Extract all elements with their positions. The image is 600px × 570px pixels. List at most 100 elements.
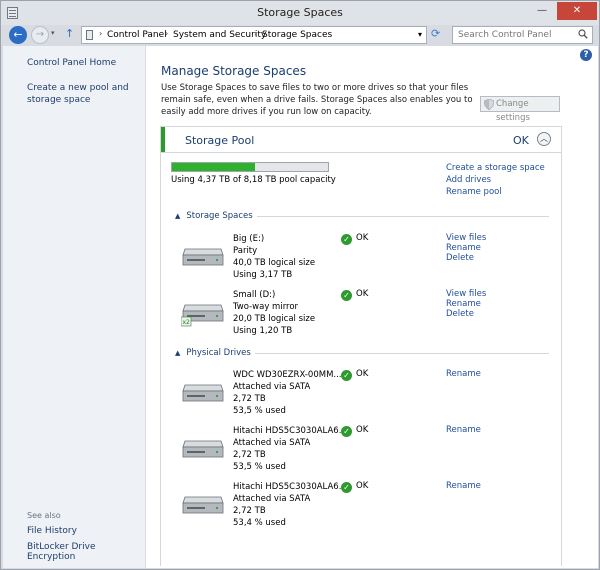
status-text: OK bbox=[356, 289, 369, 299]
status-badge: ✓ OK bbox=[341, 233, 368, 245]
section-title: Physical Drives bbox=[186, 348, 251, 358]
shield-icon bbox=[484, 99, 494, 110]
file-history-link[interactable]: File History bbox=[27, 526, 77, 536]
rename-link[interactable]: Rename bbox=[446, 425, 481, 435]
see-also-label: See also bbox=[27, 511, 61, 520]
status-badge: ✓ OK bbox=[341, 289, 368, 301]
status-text: OK bbox=[356, 369, 369, 379]
space-logical-size: 40,0 TB logical size bbox=[233, 258, 316, 268]
space-actions: View files Rename Delete bbox=[446, 289, 486, 319]
space-used: Using 1,20 TB bbox=[233, 326, 293, 336]
window-title: Storage Spaces bbox=[257, 6, 343, 19]
space-logical-size: 20,0 TB logical size bbox=[233, 314, 316, 324]
hard-drive-icon bbox=[182, 384, 224, 402]
chevron-right-icon[interactable]: › bbox=[99, 29, 102, 38]
hard-drive-icon bbox=[182, 248, 224, 266]
up-arrow-icon[interactable]: ↑ bbox=[65, 27, 74, 40]
help-icon[interactable]: ? bbox=[580, 49, 592, 61]
rename-link[interactable]: Rename bbox=[446, 369, 481, 379]
divider bbox=[257, 216, 549, 217]
space-layout: Two-way mirror bbox=[233, 302, 299, 312]
check-icon: ✓ bbox=[341, 370, 352, 381]
status-text: OK bbox=[356, 233, 369, 243]
delete-link[interactable]: Delete bbox=[446, 253, 486, 263]
view-files-link[interactable]: View files bbox=[446, 289, 486, 299]
window: Storage Spaces — ▭ ✕ ← → ▾ ↑ › Control P… bbox=[0, 0, 600, 570]
drive-used: 53,5 % used bbox=[233, 462, 286, 472]
storage-space-item: x2 Small (D:) Two-way mirror 20,0 TB log… bbox=[181, 289, 561, 341]
address-bar[interactable]: › Control Panel › System and Security › … bbox=[81, 26, 427, 44]
page-title: Manage Storage Spaces bbox=[161, 64, 307, 78]
search-placeholder: Search Control Panel bbox=[458, 30, 552, 40]
navigation-bar: ← → ▾ ↑ › Control Panel › System and Sec… bbox=[1, 25, 599, 45]
address-dropdown-icon[interactable]: ▾ bbox=[418, 30, 422, 39]
storage-spaces-header[interactable]: ▲ Storage Spaces bbox=[175, 211, 253, 221]
svg-text:x2: x2 bbox=[183, 319, 191, 326]
title-bar: Storage Spaces — ▭ ✕ bbox=[1, 1, 599, 25]
recent-pages-dropdown-icon[interactable]: ▾ bbox=[51, 29, 55, 37]
forward-arrow-icon[interactable]: → bbox=[31, 26, 49, 44]
space-layout: Parity bbox=[233, 246, 258, 256]
check-icon: ✓ bbox=[341, 290, 352, 301]
physical-drive-details: WDC WD30EZRX-00MM... Attached via SATA 2… bbox=[233, 369, 342, 417]
drive-connection: Attached via SATA bbox=[233, 382, 311, 392]
drive-used: 53,5 % used bbox=[233, 406, 286, 416]
change-settings-label: Change settings bbox=[496, 99, 530, 123]
change-settings-button[interactable]: Change settings bbox=[480, 96, 560, 123]
chevron-right-icon[interactable]: › bbox=[254, 29, 257, 38]
add-drives-link[interactable]: Add drives bbox=[446, 174, 545, 186]
minimize-icon[interactable]: — bbox=[531, 2, 553, 20]
create-storage-space-link[interactable]: Create a storage space bbox=[446, 162, 545, 174]
section-title: Storage Spaces bbox=[186, 211, 253, 221]
control-panel-small-icon bbox=[86, 30, 93, 40]
rename-link[interactable]: Rename bbox=[446, 299, 486, 309]
pool-capacity-bar bbox=[171, 162, 329, 172]
expand-triangle-icon[interactable]: ▲ bbox=[175, 212, 180, 220]
drive-connection: Attached via SATA bbox=[233, 494, 311, 504]
breadcrumb-storage-spaces[interactable]: Storage Spaces bbox=[262, 30, 332, 40]
breadcrumb-system-security[interactable]: System and Security bbox=[173, 30, 266, 40]
search-input[interactable]: Search Control Panel bbox=[452, 26, 593, 44]
expand-triangle-icon[interactable]: ▲ bbox=[175, 349, 180, 357]
divider bbox=[161, 152, 561, 153]
refresh-icon[interactable]: ⟳ bbox=[431, 27, 445, 41]
close-icon[interactable]: ✕ bbox=[557, 2, 597, 20]
drive-actions: Rename bbox=[446, 425, 481, 435]
drive-name: Hitachi HDS5C3030ALA6... bbox=[233, 426, 347, 436]
pool-status-bar bbox=[161, 127, 165, 152]
space-actions: View files Rename Delete bbox=[446, 233, 486, 263]
physical-drive-item: WDC WD30EZRX-00MM... Attached via SATA 2… bbox=[181, 369, 561, 421]
back-arrow-icon[interactable]: ← bbox=[9, 26, 27, 44]
space-name: Small (D:) bbox=[233, 290, 276, 300]
bitlocker-link[interactable]: BitLocker Drive Encryption bbox=[27, 542, 145, 562]
drive-size: 2,72 TB bbox=[233, 394, 266, 404]
hard-drive-icon bbox=[182, 496, 224, 514]
control-panel-home-link[interactable]: Control Panel Home bbox=[27, 58, 116, 68]
check-icon: ✓ bbox=[341, 482, 352, 493]
space-name: Big (E:) bbox=[233, 234, 265, 244]
chevron-right-icon[interactable]: › bbox=[165, 29, 168, 38]
create-pool-link[interactable]: Create a new pool and storage space bbox=[27, 82, 142, 106]
drive-actions: Rename bbox=[446, 481, 481, 491]
status-badge: ✓ OK bbox=[341, 425, 368, 437]
pool-capacity-text: Using 4,37 TB of 8,18 TB pool capacity bbox=[171, 175, 336, 185]
rename-link[interactable]: Rename bbox=[446, 243, 486, 253]
drive-used: 53,4 % used bbox=[233, 518, 286, 528]
pool-status: OK bbox=[513, 134, 529, 147]
rename-link[interactable]: Rename bbox=[446, 481, 481, 491]
physical-drives-header[interactable]: ▲ Physical Drives bbox=[175, 348, 251, 358]
view-files-link[interactable]: View files bbox=[446, 233, 486, 243]
divider bbox=[255, 353, 549, 354]
collapse-chevron-icon[interactable]: ︿ bbox=[537, 132, 551, 146]
search-icon[interactable] bbox=[578, 29, 588, 39]
status-text: OK bbox=[356, 481, 369, 491]
drive-size: 2,72 TB bbox=[233, 506, 266, 516]
storage-pool-panel: Storage Pool OK ︿ Using 4,37 TB of 8,18 … bbox=[160, 126, 562, 566]
delete-link[interactable]: Delete bbox=[446, 309, 486, 319]
physical-drive-details: Hitachi HDS5C3030ALA6... Attached via SA… bbox=[233, 425, 347, 473]
hard-drive-icon bbox=[182, 440, 224, 458]
breadcrumb-control-panel[interactable]: Control Panel bbox=[107, 30, 167, 40]
physical-drive-item: Hitachi HDS5C3030ALA6... Attached via SA… bbox=[181, 481, 561, 533]
rename-pool-link[interactable]: Rename pool bbox=[446, 186, 545, 198]
drive-name: WDC WD30EZRX-00MM... bbox=[233, 370, 342, 380]
